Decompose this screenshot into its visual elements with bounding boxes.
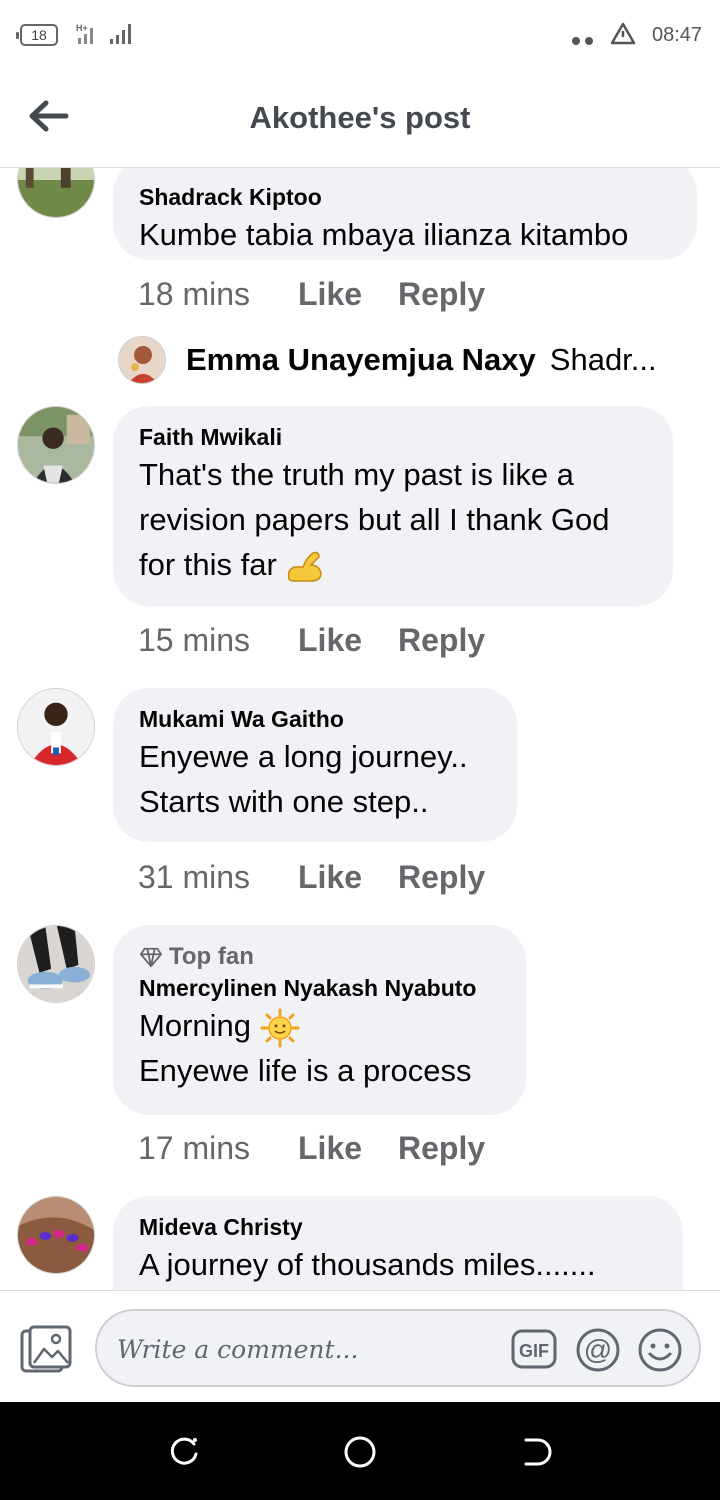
comment-time[interactable]: 31 mins — [138, 859, 298, 896]
post-header: Akothee's post — [0, 70, 720, 168]
reply-button[interactable]: Reply — [398, 622, 485, 659]
clock: 08:47 — [652, 24, 703, 46]
avatar — [118, 336, 166, 384]
like-button[interactable]: Like — [298, 276, 398, 313]
svg-text:H+: H+ — [76, 23, 88, 33]
warning-triangle-icon — [610, 22, 636, 45]
reply-button[interactable]: Reply — [398, 276, 485, 313]
comment-text-segment: Morning — [139, 1008, 251, 1043]
reply-preview[interactable]: Emma Unayemjua Naxy Shadr... — [118, 334, 688, 386]
avatar[interactable] — [17, 168, 95, 218]
comment-author[interactable]: Mukami Wa Gaitho — [139, 704, 491, 734]
comment-field[interactable]: GIF @ — [95, 1309, 701, 1387]
comment-text-line: Starts with one step.. — [139, 784, 429, 819]
reply-button[interactable]: Reply — [398, 1130, 485, 1167]
top-fan-badge: Top fan — [139, 941, 500, 973]
comment-text-line: That's the truth my past is like a — [139, 457, 574, 492]
flexed-biceps-icon — [288, 551, 323, 582]
top-fan-label: Top fan — [169, 943, 254, 970]
system-navigation-bar — [0, 1402, 720, 1500]
like-button[interactable]: Like — [298, 622, 398, 659]
reply-button[interactable]: Reply — [398, 859, 485, 896]
mention-button[interactable]: @ — [575, 1327, 621, 1373]
avatar[interactable] — [17, 1196, 95, 1274]
comment-time[interactable]: 17 mins — [138, 1130, 298, 1167]
gif-button[interactable]: GIF — [511, 1329, 557, 1369]
comment-text-line: for this far — [139, 542, 647, 587]
comment-actions: 15 mins Like Reply — [138, 622, 485, 659]
comment-author[interactable]: Nmercylinen Nyakash Nyabuto — [139, 973, 500, 1003]
svg-text:@: @ — [584, 1334, 612, 1365]
gif-icon: GIF — [511, 1329, 557, 1369]
comment-text-segment: for this far — [139, 547, 277, 582]
avatar[interactable] — [17, 406, 95, 484]
avatar[interactable] — [17, 925, 95, 1003]
comment-actions: 18 mins Like Reply — [138, 276, 485, 313]
comment-text: Kumbe tabia mbaya ilianza kitambo — [139, 217, 629, 252]
emoji-smile-icon[interactable] — [637, 1327, 683, 1373]
comment-author[interactable]: Shadrack Kiptoo — [139, 182, 671, 212]
notification-dots-icon — [572, 32, 598, 45]
reply-author[interactable]: Emma Unayemjua Naxy — [186, 342, 536, 378]
diamond-icon — [140, 947, 162, 968]
like-button[interactable]: Like — [298, 859, 398, 896]
signal-icon: H+ — [76, 23, 131, 44]
comment-bubble[interactable]: Mideva Christy A journey of thousands mi… — [113, 1196, 683, 1290]
comment-text-line: revision papers but all I thank God — [139, 502, 610, 537]
reply-snippet: Shadr... — [549, 342, 657, 377]
status-bar: 18 H+ 08:47 — [0, 0, 720, 70]
comment-text-line: Enyewe a long journey.. — [139, 739, 468, 774]
comment-author[interactable]: Faith Mwikali — [139, 422, 647, 452]
battery-icon: 18 — [16, 24, 58, 46]
comment-bubble[interactable]: Shadrack Kiptoo Kumbe tabia mbaya ilianz… — [113, 168, 697, 260]
like-button[interactable]: Like — [298, 1130, 398, 1167]
sun-with-face-icon — [260, 1008, 300, 1048]
comment-text-line: A journey of thousands miles....... — [139, 1247, 596, 1282]
comment-text-line: Morning — [139, 1003, 500, 1048]
comment-time[interactable]: 15 mins — [138, 622, 298, 659]
svg-text:GIF: GIF — [519, 1341, 549, 1361]
photo-icon[interactable] — [20, 1325, 74, 1375]
page-title: Akothee's post — [249, 100, 471, 135]
comment-text-line: Enyewe life is a process — [139, 1053, 472, 1088]
comments-list[interactable]: Shadrack Kiptoo Kumbe tabia mbaya ilianz… — [0, 168, 720, 1290]
at-sign-icon: @ — [576, 1328, 620, 1372]
comment-time[interactable]: 18 mins — [138, 276, 298, 313]
back-nav-icon[interactable] — [518, 1434, 554, 1470]
comment-author[interactable]: Mideva Christy — [139, 1212, 657, 1242]
comment-input[interactable] — [115, 1327, 495, 1371]
comment-composer: GIF @ — [0, 1290, 720, 1402]
battery-level: 18 — [31, 27, 47, 43]
comment-bubble[interactable]: Mukami Wa Gaitho Enyewe a long journey..… — [113, 688, 517, 842]
recent-apps-icon[interactable] — [166, 1434, 202, 1470]
comment-actions: 17 mins Like Reply — [138, 1130, 485, 1167]
comment-actions: 31 mins Like Reply — [138, 859, 485, 896]
comment-bubble[interactable]: Top fan Nmercylinen Nyakash Nyabuto Morn… — [113, 925, 526, 1115]
avatar[interactable] — [17, 688, 95, 766]
home-icon[interactable] — [342, 1434, 378, 1470]
comment-bubble[interactable]: Faith Mwikali That's the truth my past i… — [113, 406, 673, 606]
